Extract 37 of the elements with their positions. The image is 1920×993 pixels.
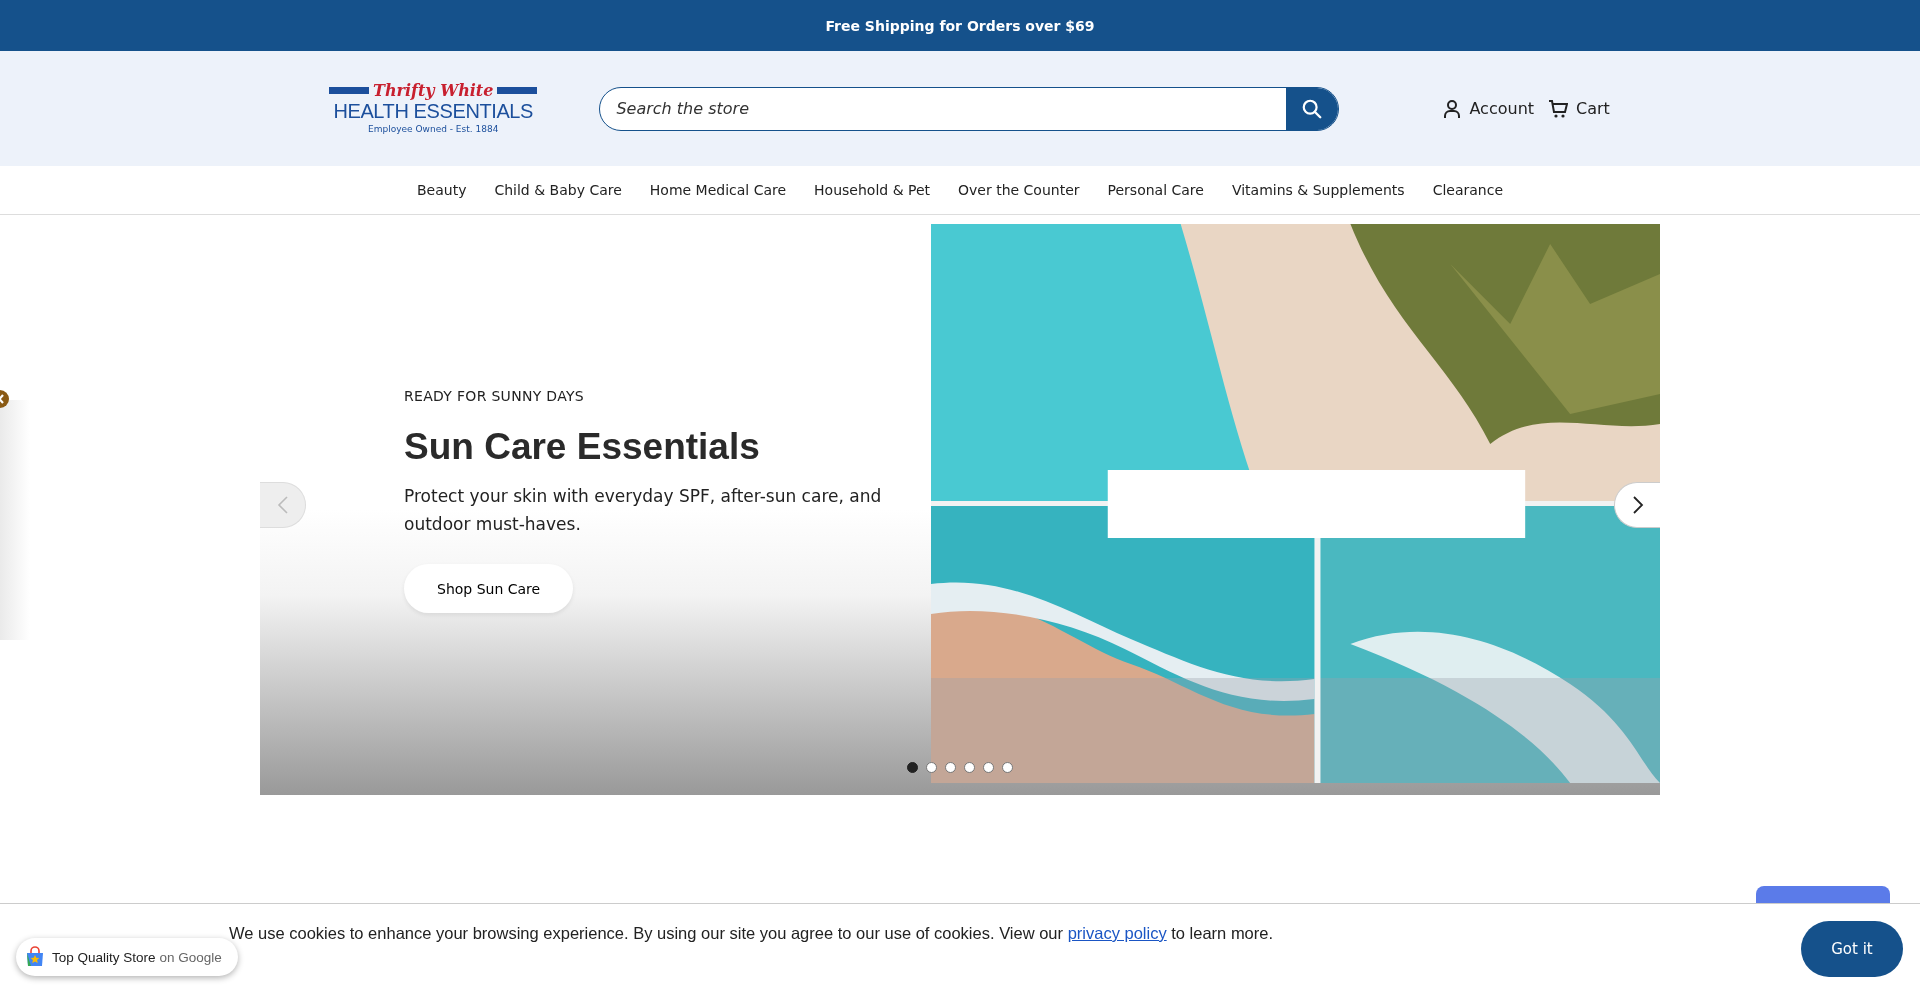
carousel-dot[interactable]	[1002, 762, 1013, 773]
badge-suffix: on Google	[159, 949, 222, 965]
nav-link[interactable]: Child & Baby Care	[494, 182, 622, 198]
nav-link[interactable]: Clearance	[1432, 182, 1503, 198]
nav-link[interactable]: Household & Pet	[814, 182, 931, 198]
next-button[interactable]	[1614, 482, 1660, 528]
shopping-bag-icon	[24, 946, 46, 968]
carousel-dot[interactable]	[926, 762, 937, 773]
privacy-policy-link[interactable]: privacy policy	[1067, 924, 1167, 942]
shop-button[interactable]: Shop Sun Care	[404, 564, 574, 613]
logo[interactable]: Thrifty White HEALTH ESSENTIALS Employee Owned - Est. 1884	[329, 79, 538, 138]
chevron-right-icon	[1631, 495, 1644, 515]
chevron-left-icon	[276, 495, 289, 515]
nav-link[interactable]: Personal Care	[1107, 182, 1204, 198]
nav-link[interactable]: Vitamins & Supplements	[1231, 182, 1405, 198]
hero-eyebrow: READY FOR SUNNY DAYS	[404, 388, 585, 404]
nav-link[interactable]: Home Medical Care	[649, 182, 787, 198]
nav-link[interactable]: Beauty	[417, 182, 467, 198]
nav-link[interactable]: Over the Counter	[958, 182, 1080, 198]
search-field[interactable]: Search the store	[599, 86, 1340, 131]
cart-link[interactable]: Cart	[1548, 98, 1610, 119]
account-link[interactable]: Account	[1443, 98, 1535, 119]
hero-title: Sun Care Essentials	[404, 426, 761, 468]
got-it-button[interactable]: Got it	[1801, 921, 1903, 977]
google-badge[interactable]: Top Quality Store on Google	[16, 938, 238, 976]
badge-label: Top Quality Store	[52, 949, 156, 965]
person-icon	[1443, 98, 1462, 119]
carousel-dot[interactable]	[983, 762, 994, 773]
cart-icon	[1548, 98, 1569, 119]
search-button[interactable]	[1286, 87, 1339, 130]
announcement-text: Free Shipping for Orders over $69	[825, 17, 1095, 34]
carousel-dot[interactable]	[907, 762, 918, 773]
search-input[interactable]: Search the store	[600, 98, 1287, 119]
carousel-dot[interactable]	[945, 762, 956, 773]
search-icon	[1301, 97, 1324, 120]
hero-text: Protect your skin with everyday SPF, after-sun care, and outdoor must-haves.	[404, 485, 883, 536]
carousel-dot[interactable]	[964, 762, 975, 773]
